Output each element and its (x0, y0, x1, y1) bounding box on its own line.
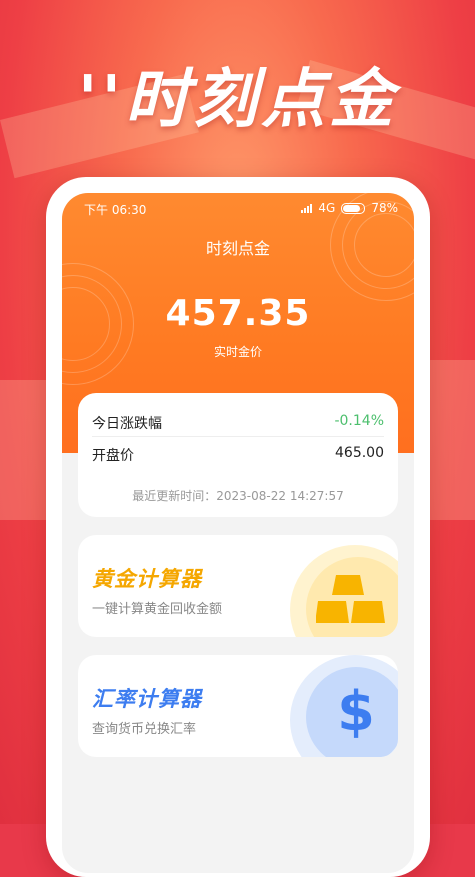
app-screen: 下午 06:30 4G 78% 时刻点金 457.35 实时金价 今日涨跌幅 -… (62, 193, 414, 873)
divider (92, 436, 384, 437)
gold-calculator-title: 黄金计算器 (92, 567, 202, 591)
dollar-icon: $ (337, 680, 375, 743)
gold-calculator-card[interactable]: 黄金计算器 一键计算黄金回收金额 (78, 535, 398, 637)
gold-calculator-subtitle: 一键计算黄金回收金额 (92, 602, 223, 617)
exchange-rate-calculator-card[interactable]: 汇率计算器 查询货币兑换汇率 $ (78, 655, 398, 757)
exchange-calculator-subtitle: 查询货币兑换汇率 (92, 722, 197, 737)
app-title: 时刻点金 (205, 239, 270, 258)
battery-level: 78% (371, 201, 398, 215)
status-time: 下午 06:30 (84, 203, 147, 217)
signal-icon (301, 203, 313, 213)
market-info-card: 今日涨跌幅 -0.14% 开盘价 465.00 最近更新时间：2023-08-2… (78, 393, 398, 517)
status-indicators: 4G 78% (301, 201, 398, 215)
last-updated-text: 最近更新时间：2023-08-22 14:27:57 (132, 489, 344, 503)
status-bar: 下午 06:30 4G 78% (62, 199, 414, 221)
gold-price-label: 实时金价 (213, 345, 262, 359)
open-price-label: 开盘价 (92, 448, 134, 464)
gold-price-value: 457.35 (165, 293, 311, 334)
change-label: 今日涨跌幅 (92, 416, 162, 432)
battery-icon (341, 202, 366, 214)
open-price-value: 465.00 (335, 445, 384, 461)
network-label: 4G (318, 201, 336, 215)
gold-bars-icon (316, 575, 385, 623)
change-value: -0.14% (334, 413, 384, 429)
open-price-row: 开盘价 465.00 (92, 445, 384, 465)
phone-mockup: 下午 06:30 4G 78% 时刻点金 457.35 实时金价 今日涨跌幅 -… (46, 177, 430, 877)
change-row: 今日涨跌幅 -0.14% (92, 413, 384, 433)
exchange-calculator-title: 汇率计算器 (92, 687, 202, 711)
banner-title: ''时刻点金 (77, 63, 398, 137)
